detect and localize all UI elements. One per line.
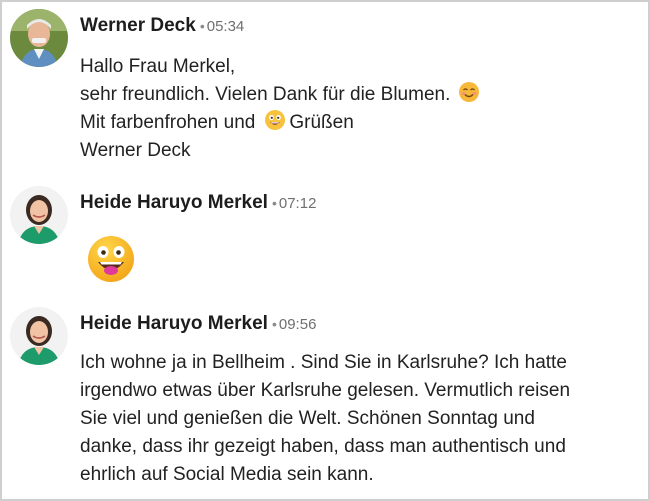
message-line: Hallo Frau Merkel, [80, 56, 236, 77]
message-line: Sie viel und genießen die Welt. Schönen … [80, 408, 535, 429]
avatar-image [10, 9, 68, 67]
message-text: Grüßen [289, 112, 354, 133]
separator-dot: • [271, 195, 277, 211]
message-line: Ich wohne ja in Bellheim . Sind Sie in K… [80, 352, 567, 373]
message-line: ehrlich auf Social Media sein kann. [80, 464, 374, 485]
timestamp: 05:34 [206, 18, 245, 35]
message-body: Ich wohne ja in Bellheim . Sind Sie in K… [80, 349, 570, 489]
author-name[interactable]: Heide Haruyo Merkel [80, 192, 268, 213]
message-header: Werner Deck • 05:34 [80, 15, 244, 37]
separator-dot: • [199, 18, 205, 34]
avatar-werner-deck[interactable] [10, 9, 68, 67]
smiling-face-icon [458, 81, 480, 103]
message-text: Mit farbenfrohen und [80, 112, 256, 133]
avatar-heide-haruyo-merkel[interactable] [10, 307, 68, 365]
grinning-face-with-tongue-icon [86, 234, 136, 284]
timestamp: 09:56 [278, 316, 317, 333]
message-header: Heide Haruyo Merkel • 07:12 [80, 192, 316, 214]
avatar-heide-haruyo-merkel[interactable] [10, 186, 68, 244]
grinning-face-icon [264, 109, 286, 131]
avatar-image [10, 307, 68, 365]
message-line: sehr freundlich. Vielen Dank für die Blu… [80, 81, 483, 109]
message-header: Heide Haruyo Merkel • 09:56 [80, 313, 316, 335]
avatar-image [10, 186, 68, 244]
message-line: Mit farbenfrohen und Grüßen [80, 109, 483, 137]
message-text: sehr freundlich. Vielen Dank für die Blu… [80, 84, 451, 105]
author-name[interactable]: Werner Deck [80, 15, 196, 36]
timestamp: 07:12 [278, 195, 317, 212]
separator-dot: • [271, 316, 277, 332]
message-line: irgendwo etwas über Karlsruhe gelesen. V… [80, 380, 571, 401]
message-line: Werner Deck [80, 140, 191, 161]
author-name[interactable]: Heide Haruyo Merkel [80, 313, 268, 334]
message-body: Hallo Frau Merkel, sehr freundlich. Viel… [80, 53, 483, 165]
message-line: danke, dass ihr gezeigt haben, dass man … [80, 436, 566, 457]
